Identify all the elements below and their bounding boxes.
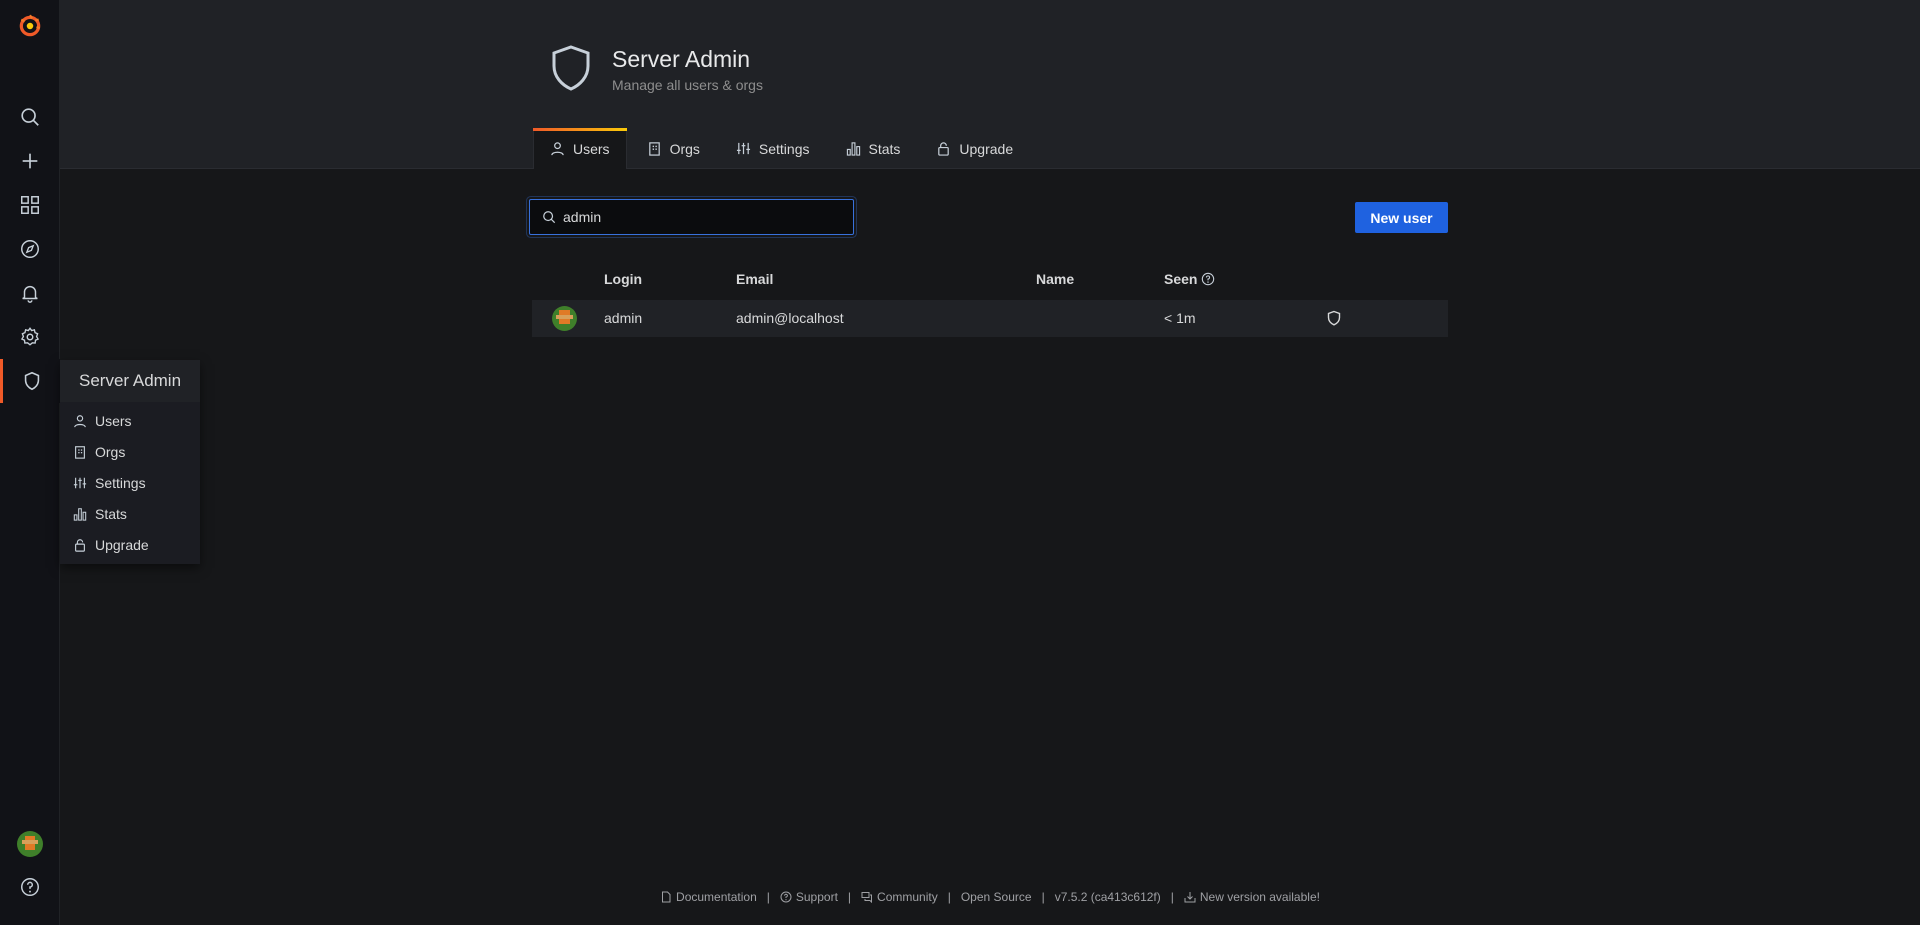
flyout-item-stats[interactable]: Stats [60, 498, 200, 529]
flyout-title[interactable]: Server Admin [60, 360, 200, 402]
footer-version: v7.5.2 (ca413c612f) [1054, 890, 1161, 904]
footer-support-link[interactable]: Support [780, 890, 838, 904]
cell-login[interactable]: admin [604, 310, 642, 326]
avatar-image [17, 831, 43, 857]
flyout-item-orgs[interactable]: Orgs [60, 436, 200, 467]
footer-separator: | [1170, 890, 1174, 904]
footer: Documentation | Support | Community | Op… [0, 890, 1920, 904]
cell-seen[interactable]: < 1m [1164, 310, 1196, 326]
sliders-icon [736, 142, 750, 155]
footer-separator: | [847, 890, 852, 904]
user-search-box [529, 199, 854, 235]
footer-open-source-link[interactable]: Open Source [961, 890, 1032, 904]
footer-documentation-label: Documentation [676, 890, 757, 904]
footer-separator: | [1041, 890, 1045, 904]
footer-separator: | [766, 890, 770, 904]
flyout-item-label: Orgs [95, 443, 126, 460]
tab-orgs[interactable]: Orgs [631, 128, 716, 169]
bell-icon[interactable] [0, 271, 60, 315]
page-subtitle: Manage all users & orgs [612, 77, 763, 93]
tab-label: Users [573, 140, 610, 157]
new-user-button[interactable]: New user [1355, 202, 1448, 233]
column-header-seen-label: Seen [1164, 271, 1198, 287]
flyout-item-label: Users [95, 412, 132, 429]
tab-label: Upgrade [959, 140, 1014, 157]
admin-shield-icon [1327, 310, 1341, 326]
user-icon [74, 414, 86, 427]
search-input[interactable] [563, 209, 823, 225]
download-icon [1184, 892, 1196, 903]
sliders-icon [73, 477, 87, 488]
footer-community-link[interactable]: Community [861, 890, 938, 904]
footer-open-source-label: Open Source [960, 890, 1032, 904]
column-header-seen: Seen [1164, 271, 1215, 287]
column-header-email: Email [736, 271, 774, 287]
bar-chart-icon [846, 142, 860, 156]
tab-stats[interactable]: Stats [830, 128, 917, 169]
footer-new-version-link[interactable]: New version available! [1184, 890, 1320, 904]
building-icon [75, 445, 85, 459]
page-header: Server Admin Manage all users & orgs Use… [60, 0, 1920, 169]
tab-label: Settings [758, 140, 810, 157]
flyout-item-upgrade[interactable]: Upgrade [60, 529, 200, 560]
search-icon[interactable] [0, 95, 60, 139]
tab-settings[interactable]: Settings [720, 128, 826, 169]
bar-chart-icon [73, 507, 87, 521]
flyout-item-label: Upgrade [95, 536, 149, 553]
sidebar [0, 0, 60, 925]
shield-icon [552, 45, 590, 91]
comments-icon [861, 892, 873, 903]
user-icon [551, 142, 564, 156]
shield-icon[interactable] [0, 359, 60, 403]
compass-icon[interactable] [0, 227, 60, 271]
cell-email[interactable]: admin@localhost [736, 310, 844, 326]
search-icon [543, 211, 556, 224]
lock-icon [938, 142, 950, 156]
document-icon [662, 891, 671, 903]
footer-new-version-label: New version available! [1199, 890, 1320, 904]
plus-icon[interactable] [0, 139, 60, 183]
tab-bar: Users Orgs Settings Stats Upgrade [533, 128, 1033, 169]
footer-documentation-link[interactable]: Documentation [660, 890, 757, 904]
tab-users[interactable]: Users [533, 128, 627, 169]
column-header-login: Login [604, 271, 643, 287]
user-avatar[interactable] [0, 822, 60, 866]
question-circle-icon [780, 891, 792, 903]
footer-support-label: Support [795, 890, 838, 904]
server-admin-flyout-menu: Server Admin Users Orgs Settings Stats U… [60, 360, 200, 564]
flyout-item-users[interactable]: Users [60, 405, 200, 436]
tab-label: Stats [868, 140, 901, 157]
flyout-item-settings[interactable]: Settings [60, 467, 200, 498]
lock-icon [75, 538, 85, 552]
avatar [552, 306, 577, 331]
grafana-logo-icon[interactable] [0, 4, 60, 48]
question-circle-icon[interactable] [1201, 272, 1215, 286]
flyout-item-label: Settings [95, 474, 146, 491]
page-title: Server Admin [612, 46, 751, 72]
tab-upgrade[interactable]: Upgrade [920, 128, 1029, 169]
dashboards-icon[interactable] [0, 183, 60, 227]
footer-separator: | [947, 890, 951, 904]
building-icon [648, 142, 660, 156]
tab-label: Orgs [669, 140, 700, 157]
gear-icon[interactable] [0, 315, 60, 359]
flyout-item-label: Stats [95, 505, 127, 522]
table-row[interactable]: admin admin@localhost < 1m [532, 300, 1448, 337]
footer-community-label: Community [877, 890, 938, 904]
column-header-name: Name [1036, 271, 1075, 287]
